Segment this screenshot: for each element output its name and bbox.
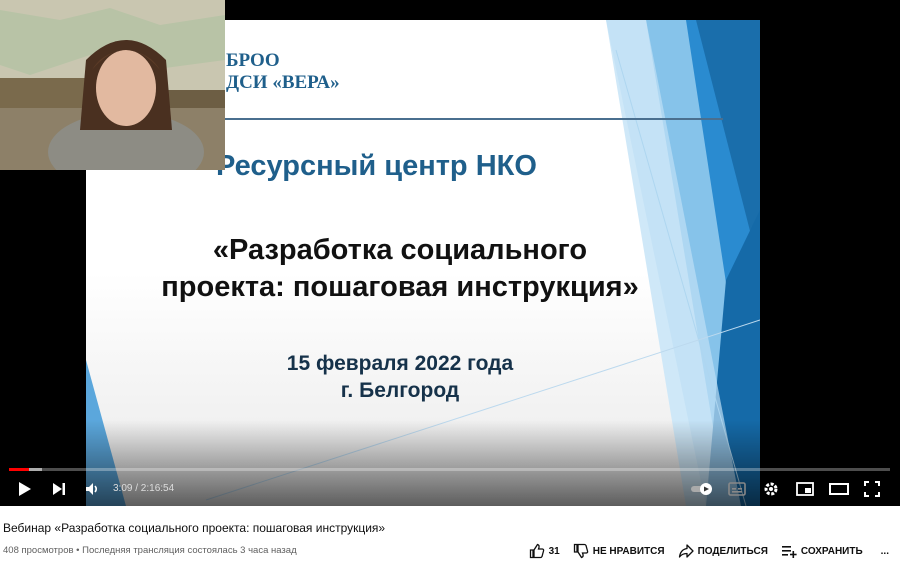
volume-icon [86,483,98,495]
subtitles-button[interactable] [727,478,747,500]
settings-button[interactable] [760,478,782,500]
subtitles-icon [728,482,746,496]
next-button[interactable] [48,478,70,500]
video-player[interactable]: БРОО ДСИ «ВЕРА» Ресурсный центр НКО «Раз… [0,0,900,506]
thumbs-up-icon [529,543,544,559]
play-icon [19,482,31,496]
dislike-button[interactable]: НЕ НРАВИТСЯ [573,543,665,559]
miniplayer-button[interactable] [794,478,816,500]
fullscreen-icon [864,481,880,497]
org-line-2: ДСИ «ВЕРА» [226,72,340,93]
slide-title-line-1: «Разработка социального [212,234,588,266]
video-title: Вебинар «Разработка социального проекта:… [3,521,386,535]
share-label: ПОДЕЛИТЬСЯ [697,545,768,557]
slide-divider [208,118,723,120]
presenter-image [0,0,225,170]
autoplay-toggle-icon [691,483,712,495]
fullscreen-button[interactable] [861,478,883,500]
next-icon [53,483,65,495]
share-button[interactable]: ПОДЕЛИТЬСЯ [678,543,768,559]
progress-played [9,468,30,471]
video-meta: 408 просмотров • Последняя трансляция со… [3,545,297,556]
more-actions-button[interactable]: ... [881,546,889,557]
slide-heading: Ресурсный центр НКО [216,150,537,182]
settings-icon [764,482,778,496]
miniplayer-icon [796,482,814,496]
slide-title: «Разработка социального проекта: пошагов… [86,232,714,306]
autoplay-toggle[interactable] [690,478,714,500]
save-label: СОХРАНИТЬ [800,545,863,557]
like-button[interactable]: 31 [529,543,560,559]
like-count: 31 [548,545,560,557]
play-button[interactable] [14,478,36,500]
theater-icon [829,483,849,495]
video-actions: 31 НЕ НРАВИТСЯ ПОДЕЛИТЬСЯ СОХРАНИТЬ ... [516,543,889,559]
volume-button[interactable] [82,478,104,500]
slide-date-line-1: 15 февраля 2022 года [286,352,514,375]
time-display: 3:09 / 2:16:54 [113,483,175,494]
org-line-1: БРОО [226,50,280,71]
save-button[interactable]: СОХРАНИТЬ [781,543,863,559]
slide-organization: БРОО ДСИ «ВЕРА» [226,50,340,94]
thumbs-down-icon [573,543,589,559]
slide-title-line-2: проекта: пошаговая инструкция» [161,271,639,303]
dislike-label: НЕ НРАВИТСЯ [592,545,665,557]
webcam-feed [0,0,225,170]
slide-date-line-2: г. Белгород [340,379,460,402]
share-icon [678,544,694,558]
slide-date: 15 февраля 2022 года г. Белгород [86,350,714,404]
more-icon: ... [880,545,889,557]
progress-bar[interactable] [9,468,890,471]
add-to-playlist-icon [781,546,797,558]
theater-mode-button[interactable] [827,478,851,500]
